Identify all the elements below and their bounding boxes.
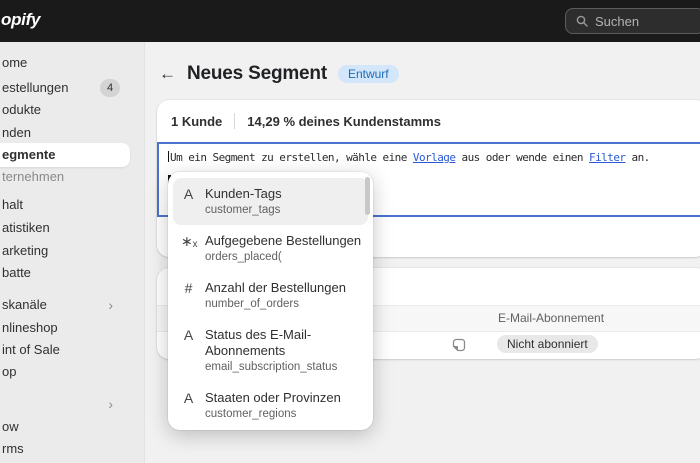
sidebar-item-kunden[interactable]: nden <box>0 122 133 144</box>
text-cursor <box>168 151 169 162</box>
divider <box>234 113 236 129</box>
sidebar-item-label: estellungen <box>2 80 69 95</box>
sidebar-item-point-of-sale[interactable]: int of Sale <box>0 339 133 361</box>
filter-suggestions-dropdown: A Kunden-Tags customer_tags ∗ₓ Aufgegebe… <box>168 172 373 430</box>
sidebar-item-vertriebskanaele[interactable]: skanäle › <box>0 294 133 316</box>
dropdown-item-code: number_of_orders <box>205 298 299 310</box>
dropdown-scrollbar[interactable] <box>365 177 370 215</box>
sidebar-item-segmente[interactable]: egmente <box>0 143 130 167</box>
filter-link[interactable]: Filter <box>589 151 626 164</box>
sidebar-item-inhalt[interactable]: halt <box>0 194 133 216</box>
function-icon: ∗ₓ <box>181 233 198 249</box>
dropdown-item-label: Kunden-Tags <box>205 186 282 201</box>
dropdown-item-code: orders_placed( <box>205 251 282 263</box>
dropdown-item-label: Staaten oder Provinzen <box>205 390 341 405</box>
hint-text: aus oder wende einen <box>455 151 590 164</box>
sidebar-item-apps-section[interactable]: › <box>0 393 133 415</box>
sidebar-item-onlineshop[interactable]: nlineshop <box>0 317 133 339</box>
shopify-logo: opify <box>1 10 41 29</box>
global-search-input[interactable]: Suchen <box>565 8 700 34</box>
dropdown-item-code: email_subscription_status <box>205 361 338 373</box>
vorlage-link[interactable]: Vorlage <box>413 151 456 164</box>
dropdown-item-label: Anzahl der Bestellungen <box>205 280 346 295</box>
draft-status-badge: Entwurf <box>337 65 399 83</box>
sidebar-item-flow[interactable]: ow <box>0 416 133 438</box>
dropdown-item-aufgegebene-bestellungen[interactable]: ∗ₓ Aufgegebene Bestellungen orders_place… <box>173 225 368 272</box>
search-placeholder: Suchen <box>595 13 640 29</box>
text-type-icon: A <box>183 186 194 202</box>
dropdown-item-label: Status des E-Mail-Abonnements <box>205 327 312 358</box>
orders-count-badge: 4 <box>100 79 120 97</box>
topbar: opify Suchen <box>0 0 700 42</box>
email-subscription-column-header: E-Mail-Abonnement <box>498 311 605 325</box>
segment-summary-strip: 1 Kunde 14,29 % deines Kundenstamms <box>157 100 700 142</box>
text-type-icon: A <box>183 390 194 406</box>
dropdown-item-label: Aufgegebene Bestellungen <box>205 233 362 248</box>
editor-hint-line: Um ein Segment zu erstellen, wähle eine … <box>159 144 700 164</box>
dropdown-item-email-abonnement-status[interactable]: A Status des E-Mail-Abonnements email_su… <box>173 319 368 382</box>
sidebar-item-marketing[interactable]: arketing <box>0 240 133 262</box>
customer-count: 1 Kunde <box>171 113 223 129</box>
dropdown-item-staaten-oder-provinzen[interactable]: A Staaten oder Provinzen customer_region… <box>173 382 368 429</box>
page-header: ← Neues Segment Entwurf <box>159 62 399 86</box>
dropdown-item-anzahl-der-bestellungen[interactable]: # Anzahl der Bestellungen number_of_orde… <box>173 272 368 319</box>
number-type-icon: # <box>184 280 193 296</box>
hint-text: an. <box>625 151 651 164</box>
sidebar-item-label: skanäle <box>2 297 47 312</box>
dropdown-item-code: customer_regions <box>205 408 297 420</box>
note-icon <box>452 338 466 352</box>
sidebar-item-forms[interactable]: rms <box>0 438 133 460</box>
sidebar-item-unternehmen[interactable]: ternehmen <box>0 166 133 188</box>
sidebar-item-produkte[interactable]: odukte <box>0 99 133 121</box>
search-icon <box>576 15 588 27</box>
sidebar-item-rabatte[interactable]: batte <box>0 262 133 284</box>
hint-text: Um ein Segment zu erstellen, wähle eine <box>170 151 413 164</box>
sidebar-item-bestellungen[interactable]: estellungen 4 <box>0 77 133 99</box>
sidebar-nav: ome estellungen 4 odukte nden egmente te… <box>0 42 145 463</box>
sidebar-item-statistiken[interactable]: atistiken <box>0 217 133 239</box>
email-subscription-status-badge: Nicht abonniert <box>497 335 598 353</box>
dropdown-item-code: customer_tags <box>205 204 281 216</box>
sidebar-item-shop[interactable]: op <box>0 361 133 383</box>
chevron-right-icon[interactable]: › <box>108 393 113 415</box>
text-type-icon: A <box>183 327 194 343</box>
page-title: Neues Segment <box>187 63 327 84</box>
shopify-admin: opify Suchen ome estellungen 4 odukte nd… <box>0 0 700 463</box>
sidebar-item-home[interactable]: ome <box>0 52 133 74</box>
back-arrow-icon[interactable]: ← <box>159 62 176 86</box>
dropdown-item-kunden-tags[interactable]: A Kunden-Tags customer_tags <box>173 178 368 225</box>
customer-base-percent: 14,29 % deines Kundenstamms <box>247 113 441 129</box>
chevron-right-icon[interactable]: › <box>108 294 113 316</box>
